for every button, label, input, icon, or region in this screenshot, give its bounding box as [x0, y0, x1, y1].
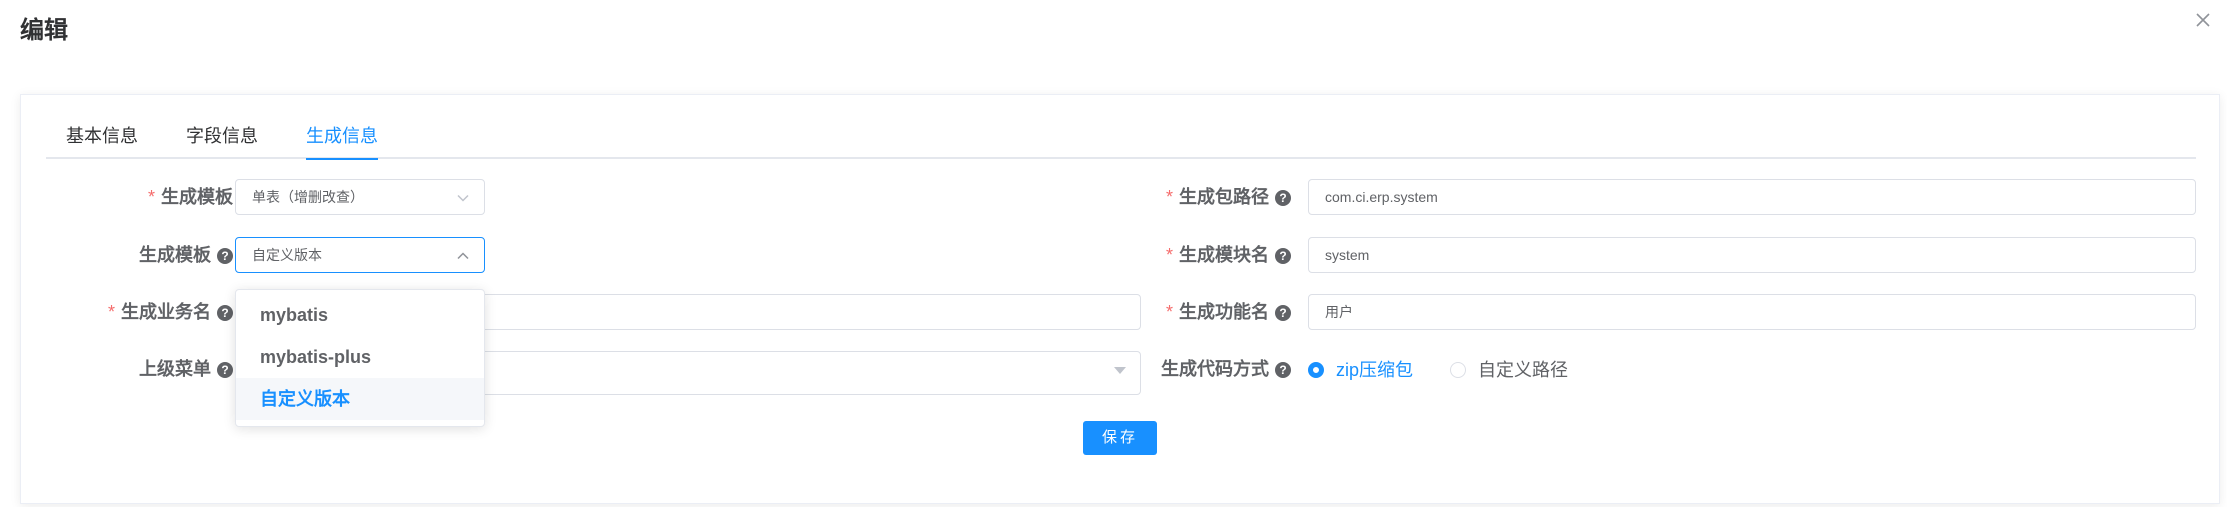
tpl-category-label: * 生成模板	[148, 179, 233, 215]
question-circle-icon[interactable]: ?	[1275, 248, 1291, 265]
radio-unchecked-icon	[1450, 362, 1466, 378]
module-name-label: * 生成模块名?	[1166, 237, 1291, 273]
radio-zip[interactable]: zip压缩包	[1308, 360, 1413, 380]
tpl-version-label: 生成模板?	[139, 237, 233, 273]
business-name-label-text: 生成业务名	[121, 302, 211, 322]
chevron-down-icon	[457, 194, 469, 202]
question-circle-icon[interactable]: ?	[217, 248, 233, 265]
required-mark: *	[147, 187, 155, 207]
parent-menu-label-text: 上级菜单	[139, 359, 211, 379]
radio-custom-path-label: 自定义路径	[1478, 360, 1568, 380]
close-icon[interactable]	[2191, 8, 2215, 32]
tab-basic-info[interactable]: 基本信息	[66, 125, 138, 159]
tab-bar: 基本信息 字段信息 生成信息	[46, 125, 2196, 160]
required-mark: *	[1165, 245, 1173, 265]
question-circle-icon[interactable]: ?	[1275, 305, 1291, 322]
tpl-category-value: 单表（增删改查）	[252, 189, 364, 205]
function-name-value: 用户	[1325, 304, 1353, 320]
question-circle-icon[interactable]: ?	[217, 305, 233, 322]
required-mark: *	[1165, 302, 1173, 322]
module-name-value: system	[1325, 247, 1370, 263]
gen-type-radio-group: zip压缩包 自定义路径	[1308, 351, 1908, 387]
question-circle-icon[interactable]: ?	[1275, 362, 1291, 379]
parent-menu-label: 上级菜单?	[139, 351, 233, 387]
dropdown-option-mybatis[interactable]: mybatis	[236, 294, 484, 336]
save-button[interactable]: 保存	[1083, 421, 1157, 455]
question-circle-icon[interactable]: ?	[217, 362, 233, 379]
tpl-version-label-text: 生成模板	[139, 245, 211, 265]
tab-field-info[interactable]: 字段信息	[186, 125, 258, 159]
tpl-category-select[interactable]: 单表（增删改查）	[235, 179, 485, 215]
generate-info-panel: 基本信息 字段信息 生成信息 * 生成模板 单表（增删改查） 生成模板? 自定义版…	[20, 94, 2220, 504]
radio-custom-path[interactable]: 自定义路径	[1450, 360, 1568, 380]
module-name-input[interactable]: system	[1308, 237, 2196, 273]
package-name-label: * 生成包路径?	[1166, 179, 1291, 215]
tpl-version-dropdown: mybatis mybatis-plus 自定义版本	[235, 289, 485, 427]
question-circle-icon[interactable]: ?	[1275, 190, 1291, 207]
gen-type-label: 生成代码方式?	[1161, 351, 1291, 387]
function-name-label: * 生成功能名?	[1166, 294, 1291, 330]
caret-down-icon	[1114, 367, 1126, 374]
package-name-value: com.ci.erp.system	[1325, 189, 1438, 205]
active-tab-indicator	[306, 158, 378, 160]
dropdown-option-mybatis-plus[interactable]: mybatis-plus	[236, 336, 484, 378]
tpl-version-select[interactable]: 自定义版本	[235, 237, 485, 273]
function-name-input[interactable]: 用户	[1308, 294, 2196, 330]
function-name-label-text: 生成功能名	[1179, 302, 1269, 322]
gen-type-label-text: 生成代码方式	[1161, 359, 1269, 379]
module-name-label-text: 生成模块名	[1179, 245, 1269, 265]
tpl-category-label-text: 生成模板	[161, 187, 233, 207]
dropdown-option-custom[interactable]: 自定义版本	[236, 378, 484, 420]
dialog-title: 编辑	[20, 17, 68, 44]
radio-zip-label: zip压缩包	[1336, 360, 1414, 380]
business-name-label: * 生成业务名?	[108, 294, 233, 330]
radio-checked-icon	[1308, 362, 1324, 378]
tpl-version-value: 自定义版本	[252, 247, 322, 263]
required-mark: *	[107, 302, 115, 322]
package-name-label-text: 生成包路径	[1179, 187, 1269, 207]
required-mark: *	[1165, 187, 1173, 207]
tab-generate-info[interactable]: 生成信息	[306, 125, 378, 159]
chevron-up-icon	[457, 252, 469, 260]
package-name-input[interactable]: com.ci.erp.system	[1308, 179, 2196, 215]
